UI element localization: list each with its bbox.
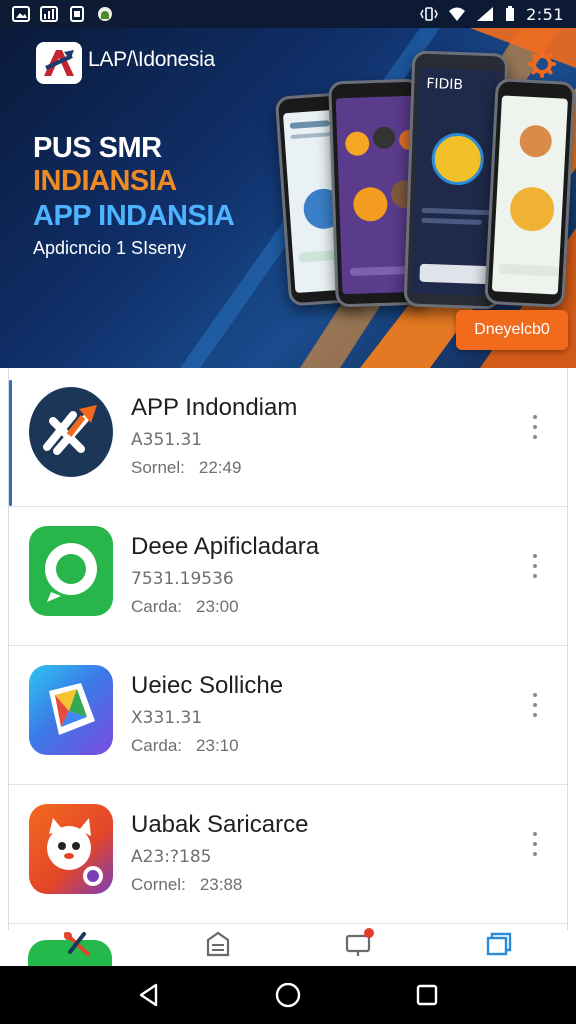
- back-icon: [140, 983, 158, 1007]
- list-item[interactable]: Ueiec Solliche X331.31 Carda: 23:10: [9, 646, 567, 785]
- more-dot: [533, 832, 537, 836]
- status-right-icons: 2:51: [420, 5, 564, 24]
- tab-windows[interactable]: [478, 926, 518, 962]
- inbox-icon: [206, 931, 230, 957]
- hero-heading-line1: PUS SMR: [33, 132, 162, 164]
- app-title: Uabak Saricarce: [131, 811, 309, 838]
- tab-inbox[interactable]: [198, 926, 238, 962]
- more-dot: [533, 425, 537, 429]
- more-dot: [533, 564, 537, 568]
- app-title: Ueiec Solliche: [131, 672, 284, 699]
- app-meta-label: Cornel:: [131, 875, 186, 894]
- more-options-button[interactable]: [523, 690, 547, 720]
- more-dot: [533, 852, 537, 856]
- app-meta-time: 22:49: [198, 458, 242, 477]
- app-logo: [36, 42, 82, 84]
- more-options-button[interactable]: [523, 551, 547, 581]
- android-icon: [98, 7, 112, 21]
- hero-subtitle: Apdicncio 1 SIseny: [33, 238, 187, 258]
- app-meta: Carda: 23:00: [131, 597, 239, 617]
- hero-banner: LAP/\Idonesia PUS SMR INDIANSIA APP INDA…: [0, 28, 576, 368]
- back-button[interactable]: [129, 975, 169, 1015]
- phone-title: FIDIB: [426, 75, 464, 94]
- signal-icon: [477, 7, 494, 21]
- status-time: 2:51: [526, 4, 564, 24]
- app-title: APP Indondiam: [131, 394, 298, 421]
- chat-bubble-icon: [29, 526, 113, 616]
- hero-heading-line2: INDIANSIA: [33, 165, 177, 197]
- tab-home[interactable]: [58, 926, 98, 962]
- more-dot: [533, 415, 537, 419]
- more-dot: [533, 574, 537, 578]
- battery-icon: [506, 6, 515, 21]
- gear-icon: [528, 50, 556, 78]
- file-icon: [70, 6, 84, 22]
- bottom-tab-bar: [8, 922, 568, 966]
- wifi-icon: [449, 7, 466, 21]
- status-left-icons: [12, 6, 114, 22]
- app-meta-time: 23:88: [199, 875, 243, 894]
- app-code: X331.31: [131, 708, 203, 728]
- app-logo-icon: [44, 50, 74, 76]
- more-dot: [533, 435, 537, 439]
- chart-icon: [40, 6, 58, 22]
- image-icon: [12, 6, 30, 22]
- system-navigation-bar: [0, 966, 576, 1024]
- list-item[interactable]: Deee Apificladara 7531.19536 Carda: 23:0…: [9, 507, 567, 646]
- status-bar: 2:51: [0, 0, 576, 28]
- app-meta: Cornel: 23:88: [131, 875, 242, 895]
- cartoon-cat-icon: [29, 804, 113, 894]
- more-dot: [533, 842, 537, 846]
- hero-heading-line3: APP INDANSIA: [33, 200, 235, 232]
- app-meta-time: 23:10: [196, 736, 239, 755]
- more-dot: [533, 554, 537, 558]
- app-code: A23:?185: [131, 847, 212, 867]
- notification-badge: [364, 928, 374, 938]
- recents-button[interactable]: [407, 975, 447, 1015]
- vibrate-icon: [420, 7, 438, 21]
- app-meta-label: Sornel:: [131, 458, 185, 477]
- more-options-button[interactable]: [523, 412, 547, 442]
- list-item[interactable]: Uabak Saricarce A23:?185 Cornel: 23:88: [9, 785, 567, 924]
- home-icon: [275, 982, 301, 1008]
- play-store-icon: [29, 665, 113, 755]
- app-meta-label: Carda:: [131, 736, 183, 755]
- recents-icon: [416, 984, 437, 1006]
- app-meta-label: Carda:: [131, 597, 183, 616]
- brand-name: LAP/\Idonesia: [88, 48, 215, 71]
- windows-icon: [486, 932, 512, 956]
- app-code: A351.31: [131, 430, 203, 450]
- phone-illustration-4: [484, 78, 576, 308]
- hero-cta-button[interactable]: Dneyelcb0: [456, 310, 568, 350]
- arrows-logo-icon: [29, 387, 113, 477]
- app-list: APP Indondiam A351.31 Sornel: 22:49 Deee…: [8, 368, 568, 930]
- more-dot: [533, 703, 537, 707]
- more-options-button[interactable]: [523, 829, 547, 859]
- list-item[interactable]: APP Indondiam A351.31 Sornel: 22:49: [9, 368, 567, 507]
- app-meta: Carda: 23:10: [131, 736, 239, 756]
- settings-button[interactable]: [526, 48, 558, 80]
- tab-notifications[interactable]: [338, 926, 378, 962]
- tools-icon: [64, 932, 90, 956]
- app-title: Deee Apificladara: [131, 533, 320, 560]
- app-code: 7531.19536: [131, 569, 234, 589]
- more-dot: [533, 713, 537, 717]
- more-dot: [533, 693, 537, 697]
- app-meta: Sornel: 22:49: [131, 458, 241, 478]
- app-meta-time: 23:00: [196, 597, 239, 616]
- home-button[interactable]: [268, 975, 308, 1015]
